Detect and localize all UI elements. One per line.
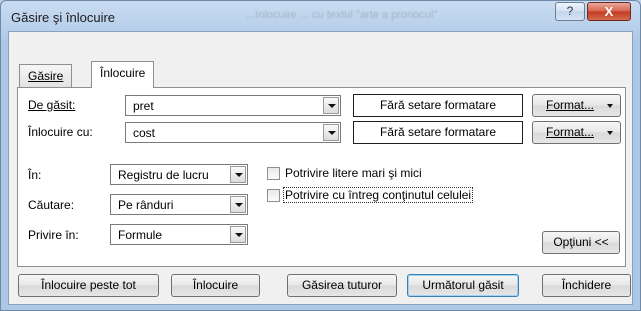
replace-input[interactable]: cost [133,126,155,140]
match-case-label: Potrivire litere mari şi mici [285,166,422,180]
window-title: Găsire şi înlocuire [11,10,116,25]
tab-find-label: Găsire [28,69,64,83]
tab-find[interactable]: Găsire [19,64,73,88]
look-in-label: Privire în: [28,228,79,242]
chevron-down-icon [607,131,613,135]
look-in-dropdown-button[interactable] [230,226,246,243]
find-combo[interactable]: pret [125,95,341,116]
options-button[interactable]: Opţiuni << [542,231,620,254]
find-label: De găsit: [28,98,76,112]
match-entire-checkbox[interactable] [267,189,280,202]
replace-dropdown-button[interactable] [323,124,339,141]
find-format-button[interactable]: Format... [532,94,621,117]
find-replace-dialog: Găsire şi înlocuire ...Inlocuire ... cu … [0,0,641,311]
match-entire-label: Potrivire cu întreg conţinutul celulei [282,187,474,203]
find-all-button[interactable]: Găsirea tuturor [287,274,397,297]
find-input[interactable]: pret [133,99,154,113]
find-dropdown-button[interactable] [323,97,339,114]
close-button[interactable]: Închidere [542,274,631,297]
replace-format-label: Format... [546,125,595,139]
replace-tab-panel: De găsit: pret Fără setare formatare For… [17,87,626,267]
search-dropdown-button[interactable] [230,196,246,213]
look-in-select[interactable]: Formule [110,224,248,245]
within-select[interactable]: Registru de lucru [110,164,248,185]
within-dropdown-button[interactable] [230,166,246,183]
help-button[interactable]: ? [555,2,585,21]
close-window-button[interactable]: X [587,2,631,21]
match-case-checkbox[interactable] [267,167,280,180]
replace-combo[interactable]: cost [125,122,341,143]
replace-format-button[interactable]: Format... [532,121,621,144]
replace-label: Înlocuire cu: [28,125,93,139]
replace-format-preview: Fără setare formatare [353,121,523,144]
search-label: Căutare: [28,198,75,212]
search-value: Pe rânduri [118,198,174,212]
find-format-label: Format... [546,98,595,112]
chevron-down-icon [607,104,613,108]
look-in-value: Formule [118,228,163,242]
tab-replace-label: Înlocuire [100,66,146,80]
within-value: Registru de lucru [118,168,209,182]
replace-button[interactable]: Înlocuire [171,274,260,297]
search-select[interactable]: Pe rânduri [110,194,248,215]
title-ghost-text: ...Inlocuire ... cu textul "arte a prono… [246,9,438,21]
find-format-preview: Fără setare formatare [353,94,523,117]
tab-replace[interactable]: Înlocuire [91,61,155,88]
dialog-body: Găsire Înlocuire De găsit: pret Fără set… [8,31,633,305]
find-next-button[interactable]: Următorul găsit [407,274,519,297]
replace-all-button[interactable]: Înlocuire peste tot [18,274,159,297]
within-label: În: [28,168,42,182]
